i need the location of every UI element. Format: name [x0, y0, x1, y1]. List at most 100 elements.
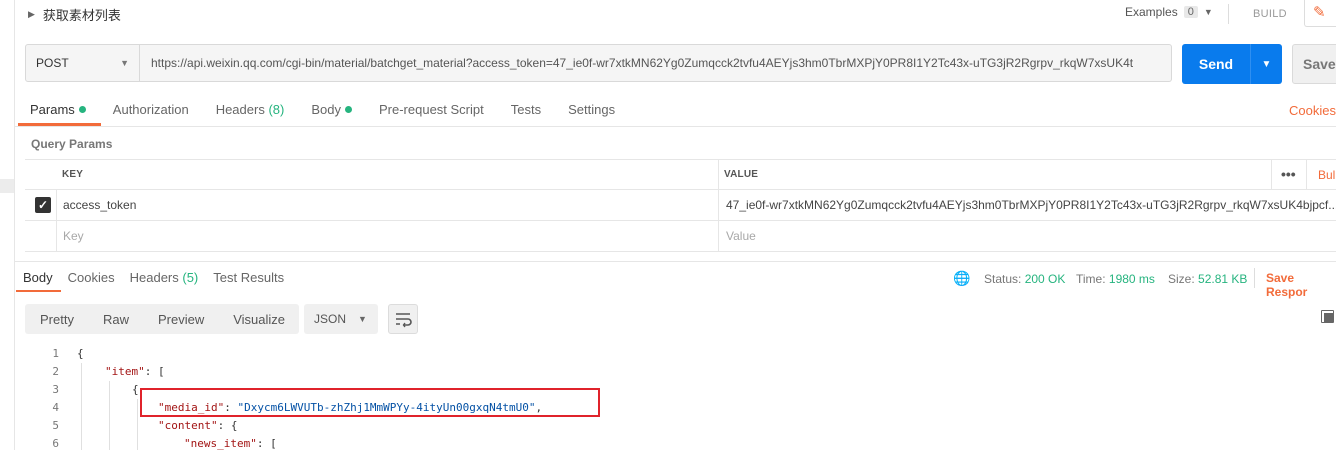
tab-label: Tests: [510, 102, 542, 117]
chevron-down-icon: ▼: [358, 314, 367, 324]
view-preview-button[interactable]: Preview: [143, 312, 218, 327]
cookies-link[interactable]: Cookies: [1289, 103, 1336, 118]
url-text: https://api.weixin.qq.com/cgi-bin/materi…: [151, 56, 1134, 70]
view-raw-button[interactable]: Raw: [88, 312, 143, 327]
expand-caret-icon[interactable]: ▶: [28, 9, 35, 20]
response-tabs: Body Cookies Headers (5) Test Results: [16, 266, 292, 292]
code-punct: : [: [256, 437, 277, 450]
json-key: "content": [158, 419, 218, 432]
divider: [14, 261, 1336, 262]
code-punct: : {: [217, 419, 238, 432]
tab-count: (8): [268, 102, 285, 117]
tab-count: (5): [182, 270, 199, 285]
key-input[interactable]: Key: [63, 229, 84, 243]
chevron-down-icon[interactable]: ▼: [1251, 59, 1282, 70]
tab-response-cookies[interactable]: Cookies: [61, 266, 123, 292]
tab-authorization[interactable]: Authorization: [101, 96, 204, 126]
row-enabled-checkbox[interactable]: ✓: [35, 197, 51, 213]
tab-response-body[interactable]: Body: [16, 266, 61, 292]
view-mode-group: Pretty Raw Preview Visualize: [25, 304, 300, 334]
bulk-edit-link[interactable]: Bul: [1318, 168, 1335, 182]
code-line: "item": [: [105, 365, 165, 378]
tab-tests[interactable]: Tests: [499, 96, 556, 126]
chevron-down-icon: ▼: [1203, 7, 1213, 17]
tab-test-results[interactable]: Test Results: [206, 266, 292, 292]
method-value: POST: [36, 56, 69, 70]
view-visualize-button[interactable]: Visualize: [218, 312, 299, 327]
tab-label: Body: [311, 102, 341, 117]
examples-count-badge: 0: [1183, 6, 1198, 18]
highlight-annotation-box: [140, 388, 600, 417]
param-value[interactable]: 47_ie0f-wr7xtkMN62Yg0Zumqcck2tvfu4AEYjs3…: [726, 198, 1336, 212]
view-pretty-button[interactable]: Pretty: [25, 312, 88, 327]
size-label: Size:: [1168, 272, 1195, 286]
table-row: ✓ access_token 47_ie0f-wr7xtkMN62Yg0Zumq…: [25, 190, 1336, 221]
pencil-icon[interactable]: ✎: [1313, 3, 1326, 21]
tab-label: Headers: [215, 102, 265, 117]
send-label: Send: [1198, 56, 1234, 72]
url-input[interactable]: https://api.weixin.qq.com/cgi-bin/materi…: [140, 44, 1172, 82]
divider: [1228, 4, 1229, 24]
code-line: "content": {: [158, 419, 237, 432]
line-number: 6: [52, 437, 59, 450]
chevron-down-icon: ▼: [120, 58, 129, 68]
send-button[interactable]: Send ▼: [1182, 44, 1282, 84]
code-line: "news_item": [: [184, 437, 277, 450]
examples-dropdown[interactable]: Examples 0 ▼: [1125, 5, 1213, 19]
code-punct: : [: [144, 365, 165, 378]
code-line: {: [77, 347, 84, 360]
param-key[interactable]: access_token: [63, 198, 136, 212]
tab-label: Cookies: [67, 270, 115, 285]
tab-label: Headers: [129, 270, 179, 285]
status-label: Status:: [984, 272, 1022, 286]
more-options-icon[interactable]: •••: [1281, 166, 1296, 182]
tab-label: Params: [30, 102, 75, 117]
wrap-lines-button[interactable]: [388, 304, 418, 334]
json-key: "item": [105, 365, 145, 378]
value-input[interactable]: Value: [726, 229, 756, 243]
line-number: 4: [52, 401, 59, 414]
tab-settings[interactable]: Settings: [556, 96, 630, 126]
code-line: {: [132, 383, 139, 396]
tab-label: Settings: [568, 102, 616, 117]
size-readout: Size: 52.81 KB: [1168, 272, 1247, 286]
copy-icon[interactable]: [1321, 310, 1334, 323]
method-select[interactable]: POST ▼: [25, 44, 140, 82]
examples-label: Examples: [1125, 5, 1178, 19]
time-value: 1980 ms: [1108, 272, 1155, 286]
tab-pre-request-script[interactable]: Pre-request Script: [367, 96, 499, 126]
tab-body[interactable]: Body: [299, 96, 367, 126]
query-params-label: Query Params: [31, 137, 113, 151]
tab-params[interactable]: Params: [18, 96, 101, 126]
time-label: Time:: [1076, 272, 1106, 286]
line-number: 1: [52, 347, 59, 360]
globe-icon[interactable]: 🌐: [953, 270, 970, 287]
size-value: 52.81 KB: [1198, 272, 1248, 286]
indent-guide: [137, 399, 138, 450]
build-button[interactable]: BUILD: [1253, 8, 1287, 20]
status-readout: Status: 200 OK: [984, 272, 1065, 286]
tab-label: Authorization: [112, 102, 189, 117]
tab-headers[interactable]: Headers (8): [204, 96, 300, 126]
active-dot-icon: [344, 106, 352, 113]
tab-label: Pre-request Script: [378, 102, 484, 117]
request-title-text: 获取素材列表: [42, 7, 121, 23]
sidebar-selected-marker: [0, 179, 14, 193]
json-key: "news_item": [184, 437, 257, 450]
request-title[interactable]: ▶ 获取素材列表: [28, 4, 121, 24]
params-table-header: KEY VALUE: [25, 159, 1336, 190]
divider: [14, 126, 1336, 127]
tab-response-headers[interactable]: Headers (5): [123, 266, 207, 292]
save-button[interactable]: Save: [1292, 44, 1336, 84]
status-value: 200 OK: [1024, 272, 1066, 286]
key-column-header: KEY: [62, 169, 84, 180]
time-readout: Time: 1980 ms: [1076, 272, 1155, 286]
value-column-header: VALUE: [724, 169, 759, 180]
divider: [1254, 268, 1255, 288]
divider: [1306, 159, 1307, 190]
format-select[interactable]: JSON ▼: [304, 304, 378, 334]
indent-guide: [109, 381, 110, 450]
wrap-icon: [396, 313, 412, 328]
save-response-button[interactable]: Save Respor: [1266, 271, 1336, 299]
save-label: Save: [1303, 56, 1336, 72]
